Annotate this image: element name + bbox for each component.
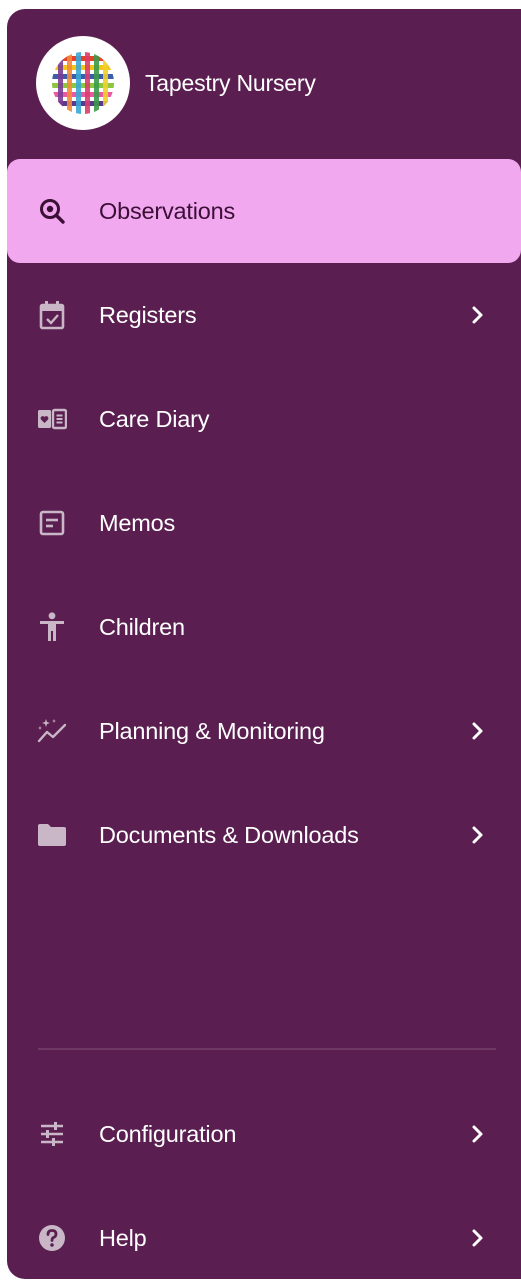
nav-label: Memos — [99, 509, 176, 536]
chevron-right-icon — [469, 1226, 487, 1250]
nav-item-help[interactable]: Help — [7, 1186, 521, 1279]
child-figure-icon — [37, 612, 67, 642]
nav-label: Configuration — [99, 1120, 237, 1147]
nav-label: Children — [99, 613, 185, 640]
nav-label: Registers — [99, 301, 197, 328]
nav-label: Observations — [99, 197, 236, 224]
woven-tapestry-logo-icon — [36, 36, 130, 130]
nav-label: Planning & Monitoring — [99, 717, 325, 744]
nav-label: Care Diary — [99, 405, 210, 432]
sidebar: Tapestry Nursery Observations Registers … — [7, 9, 521, 1279]
nav-item-memos[interactable]: Memos — [7, 471, 521, 575]
chevron-right-icon — [469, 719, 487, 743]
memo-icon — [37, 508, 67, 538]
sliders-icon — [37, 1119, 67, 1149]
folder-icon — [37, 820, 67, 850]
brand[interactable]: Tapestry Nursery — [36, 35, 316, 131]
nav-item-care-diary[interactable]: Care Diary — [7, 367, 521, 471]
nav-label: Help — [99, 1224, 147, 1251]
observation-search-icon — [37, 196, 67, 226]
footer-nav: Configuration Help — [7, 1082, 521, 1279]
help-icon — [37, 1223, 67, 1253]
nav-item-observations[interactable]: Observations — [7, 159, 521, 263]
nav-item-documents-downloads[interactable]: Documents & Downloads — [7, 783, 521, 887]
brand-name: Tapestry Nursery — [145, 69, 316, 96]
chevron-right-icon — [469, 823, 487, 847]
nav-item-planning-monitoring[interactable]: Planning & Monitoring — [7, 679, 521, 783]
nav-item-children[interactable]: Children — [7, 575, 521, 679]
nav-item-registers[interactable]: Registers — [7, 263, 521, 367]
nav-label: Documents & Downloads — [99, 821, 359, 848]
nav-divider — [38, 1048, 496, 1050]
chevron-right-icon — [469, 1122, 487, 1146]
calendar-check-icon — [37, 300, 67, 330]
nav-item-configuration[interactable]: Configuration — [7, 1082, 521, 1186]
primary-nav: Observations Registers Care Diary Memos … — [7, 159, 521, 887]
sparkle-trend-icon — [37, 716, 67, 746]
care-diary-book-icon — [37, 404, 67, 434]
chevron-right-icon — [469, 303, 487, 327]
